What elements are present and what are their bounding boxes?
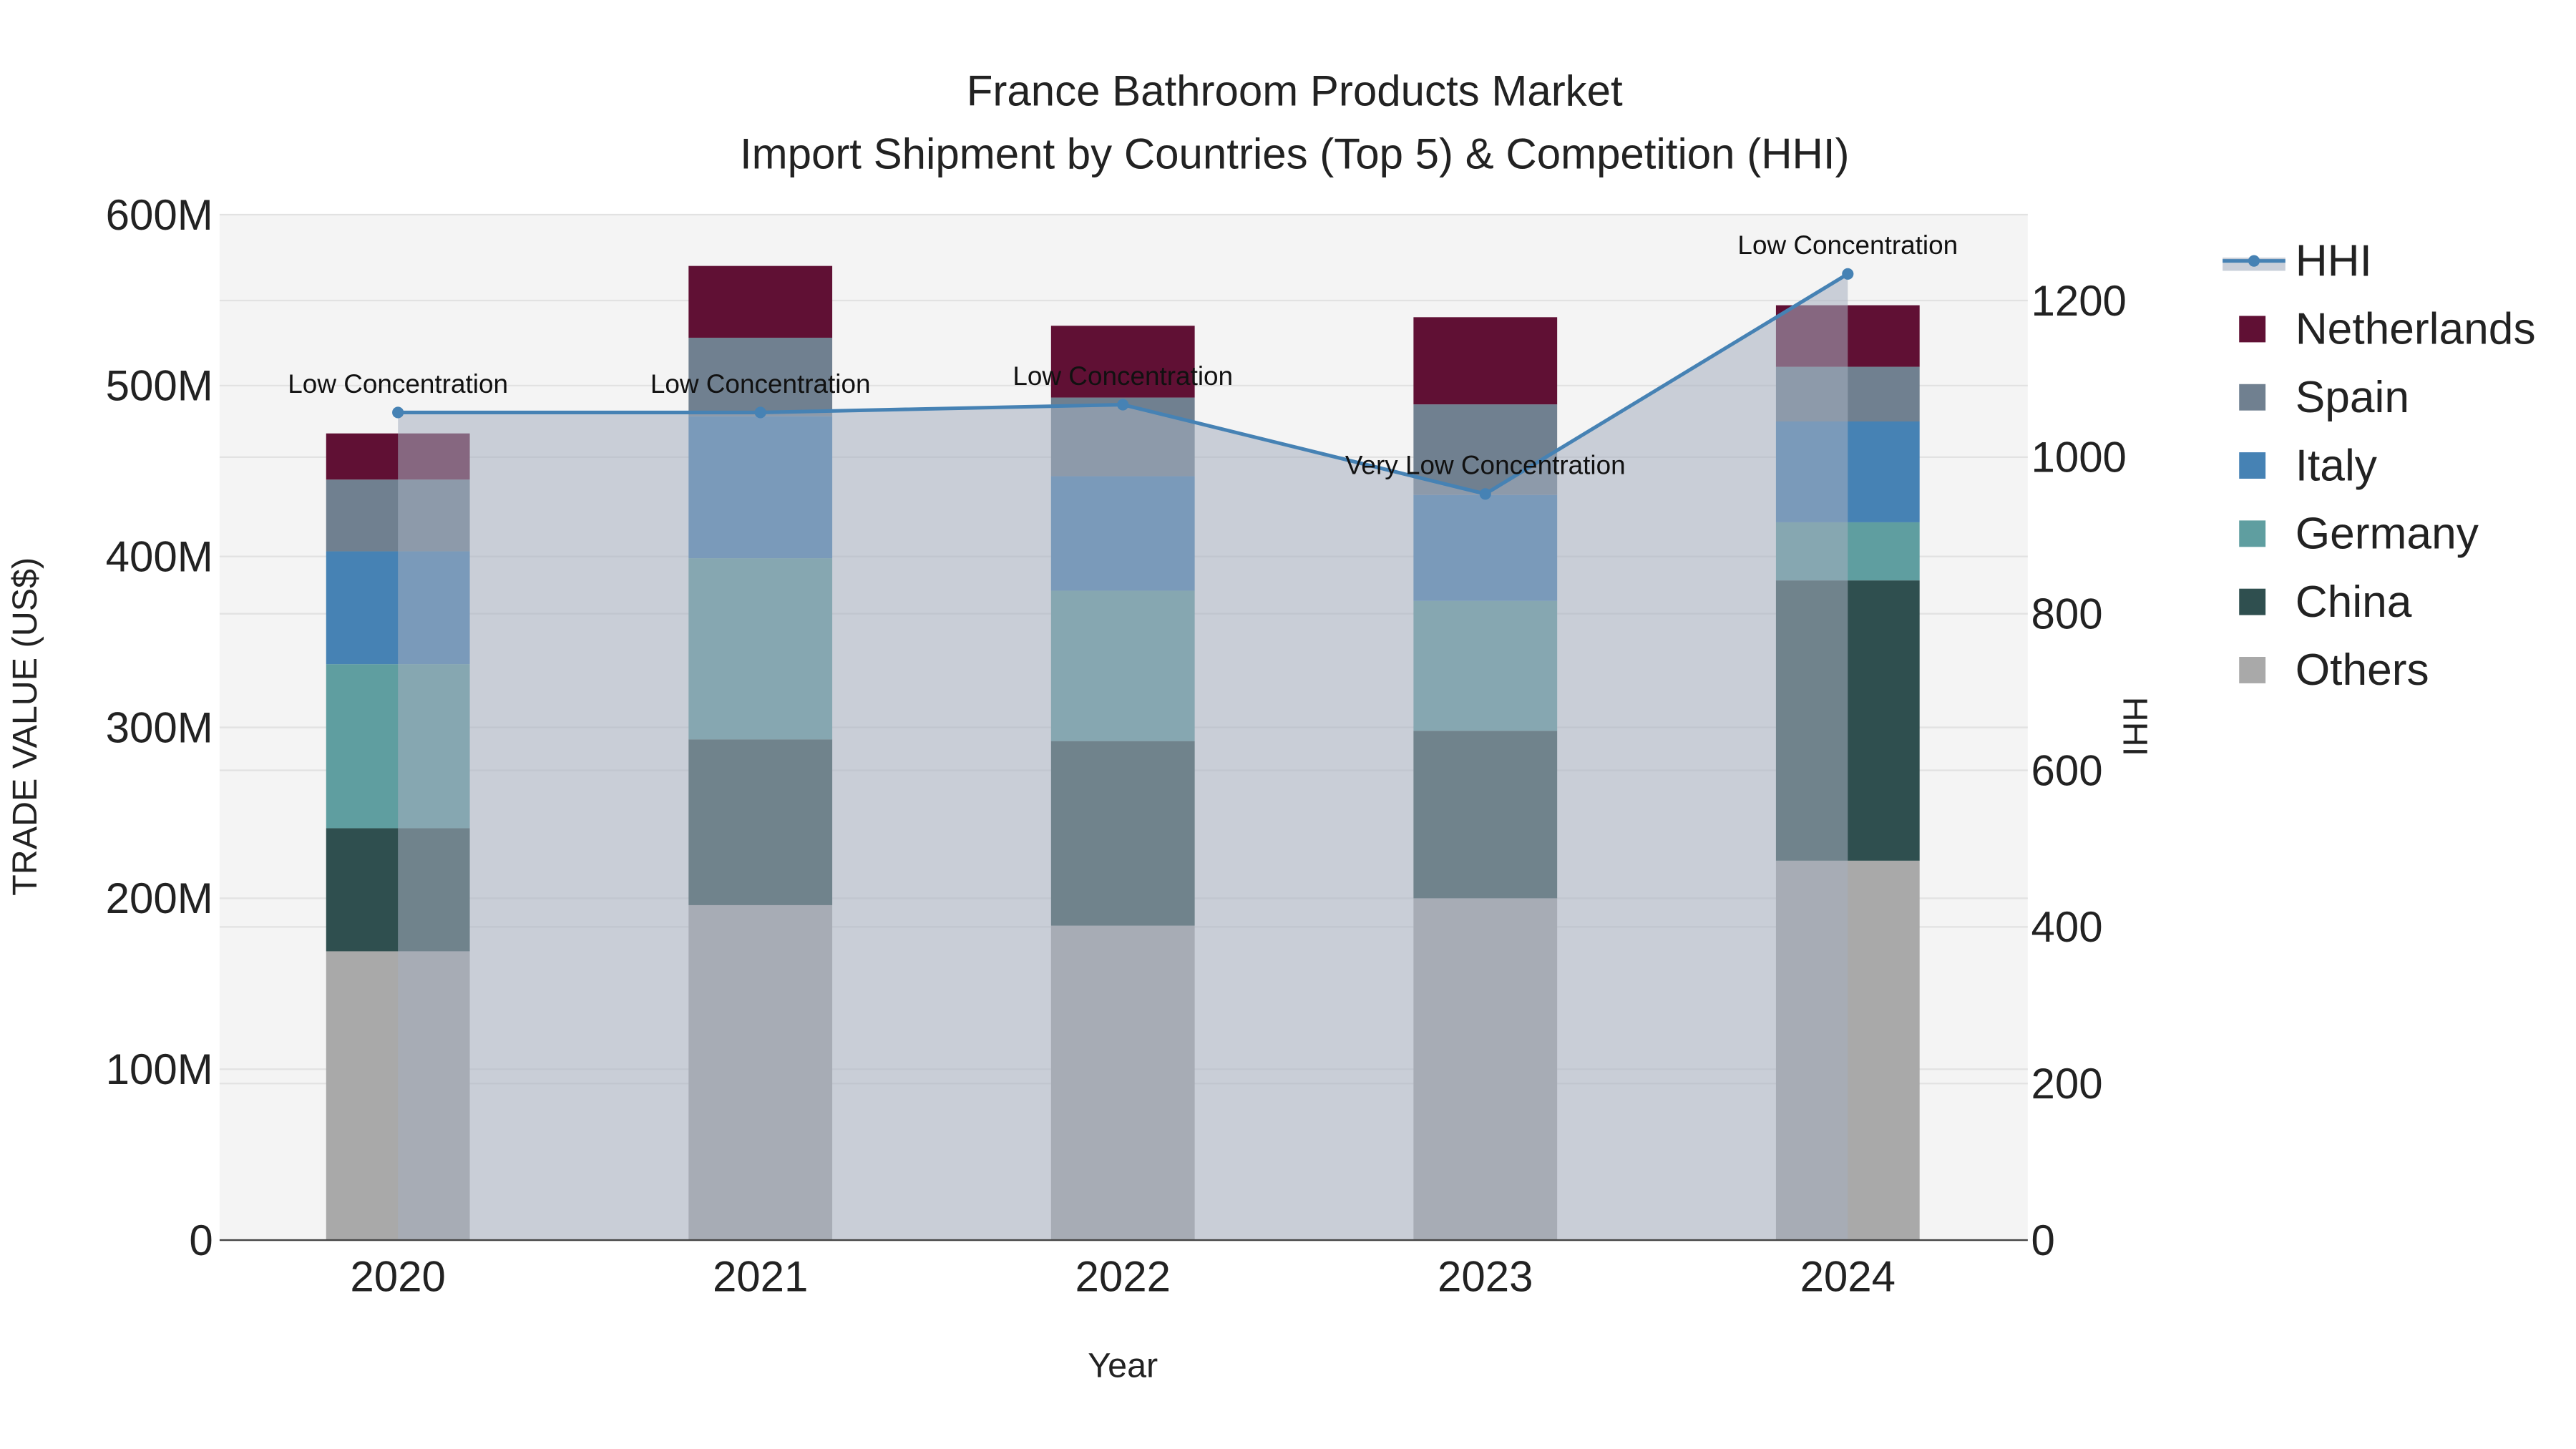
y-tick-label: 200M bbox=[106, 874, 213, 922]
hhi-annotation: Low Concentration bbox=[650, 369, 871, 399]
y2-axis-title: HHI bbox=[2116, 697, 2155, 756]
y2-axis-ticks: 0 200 400 600 800 1000 1200 bbox=[2031, 277, 2126, 1264]
legend-swatch-netherlands bbox=[2239, 316, 2266, 343]
hhi-point-2022 bbox=[1117, 399, 1129, 411]
x-tick-label: 2022 bbox=[1075, 1253, 1170, 1301]
legend-label-others: Others bbox=[2296, 645, 2429, 695]
hhi-annotation: Low Concentration bbox=[1737, 230, 1958, 260]
chart-title-line2: Import Shipment by Countries (Top 5) & C… bbox=[740, 130, 1850, 177]
legend-label-hhi: HHI bbox=[2296, 236, 2372, 286]
y2-tick-label: 1200 bbox=[2031, 277, 2126, 325]
legend-label-spain: Spain bbox=[2296, 373, 2409, 422]
x-axis-ticks: 2020 2021 2022 2023 2024 bbox=[350, 1253, 1896, 1301]
legend-swatch-spain bbox=[2239, 384, 2266, 411]
y-tick-label: 100M bbox=[106, 1045, 213, 1093]
x-tick-label: 2020 bbox=[350, 1253, 445, 1301]
hhi-series bbox=[392, 268, 1854, 1241]
y-tick-label: 500M bbox=[106, 362, 213, 410]
hhi-point-2024 bbox=[1842, 268, 1854, 280]
hhi-annotation: Low Concentration bbox=[1013, 361, 1233, 391]
legend-swatch-germany bbox=[2239, 520, 2266, 547]
y2-tick-label: 400 bbox=[2031, 903, 2102, 951]
y-tick-label: 0 bbox=[189, 1216, 213, 1264]
hhi-point-2023 bbox=[1479, 488, 1491, 500]
hhi-point-2020 bbox=[392, 406, 404, 419]
hhi-annotation: Very Low Concentration bbox=[1345, 451, 1626, 480]
legend-swatch-others bbox=[2239, 657, 2266, 683]
y2-tick-label: 1000 bbox=[2031, 434, 2126, 482]
y-tick-label: 300M bbox=[106, 703, 213, 751]
legend-hhi-marker-icon bbox=[2248, 255, 2260, 267]
y-tick-label: 600M bbox=[106, 191, 213, 239]
legend-label-italy: Italy bbox=[2296, 441, 2378, 490]
bar-netherlands-2023 bbox=[1413, 317, 1558, 405]
y-tick-label: 400M bbox=[106, 532, 213, 580]
chart-title-line1: France Bathroom Products Market bbox=[967, 67, 1623, 115]
legend: HHI Netherlands Spain Italy Germany China Othe… bbox=[2223, 236, 2536, 695]
x-tick-label: 2023 bbox=[1438, 1253, 1533, 1301]
x-tick-label: 2021 bbox=[713, 1253, 808, 1301]
hhi-point-2021 bbox=[754, 406, 766, 419]
legend-label-china: China bbox=[2296, 577, 2412, 627]
legend-label-germany: Germany bbox=[2296, 509, 2479, 559]
hhi-annotation: Low Concentration bbox=[288, 369, 508, 399]
chart: 0 100M 200M 300M 400M 500M 600M 0 200 400 600 800 1… bbox=[6, 67, 2536, 1385]
bar-netherlands-2021 bbox=[688, 265, 833, 338]
legend-swatch-china bbox=[2239, 588, 2266, 615]
y-axis-ticks: 0 100M 200M 300M 400M 500M 600M bbox=[106, 191, 213, 1264]
y2-tick-label: 200 bbox=[2031, 1060, 2102, 1108]
x-tick-label: 2024 bbox=[1800, 1253, 1896, 1301]
legend-label-netherlands: Netherlands bbox=[2296, 305, 2536, 354]
hhi-area-fill bbox=[398, 273, 1848, 1241]
legend-swatch-italy bbox=[2239, 452, 2266, 479]
y2-tick-label: 600 bbox=[2031, 746, 2102, 794]
y-axis-title: TRADE VALUE (US$) bbox=[6, 557, 44, 896]
x-axis-title: Year bbox=[1088, 1347, 1158, 1385]
y2-tick-label: 800 bbox=[2031, 590, 2102, 638]
y2-tick-label: 0 bbox=[2031, 1216, 2054, 1264]
